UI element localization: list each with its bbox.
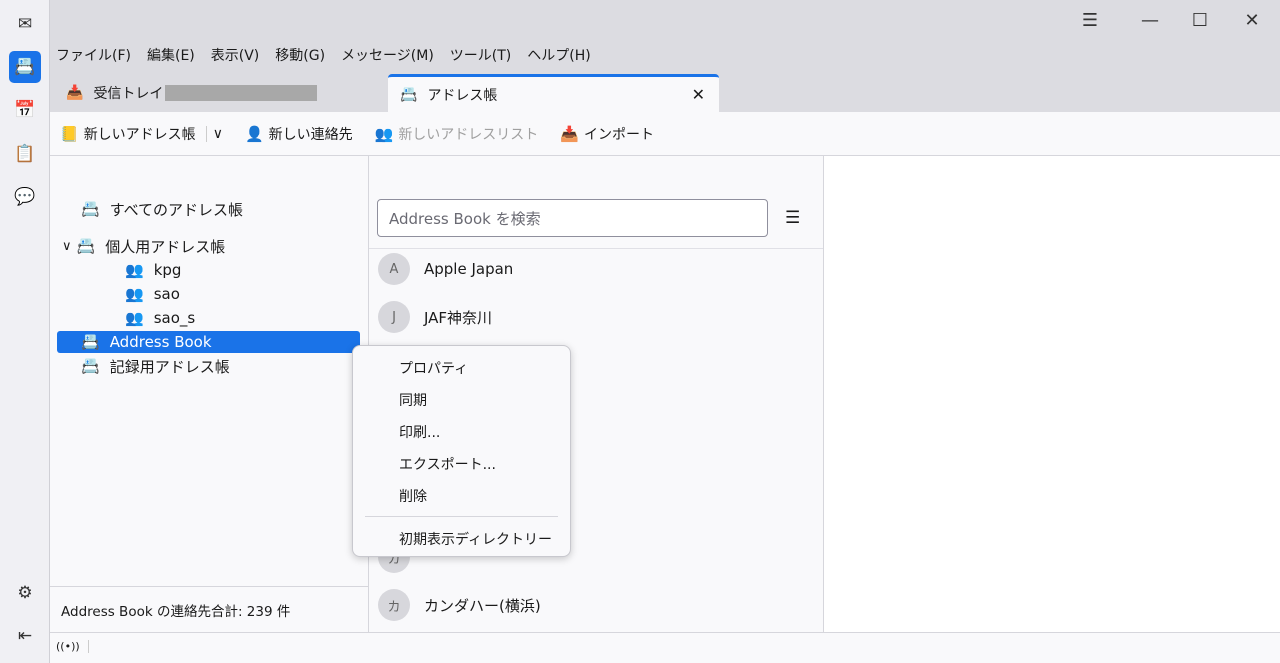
contact-group-icon: 👥 xyxy=(125,309,144,327)
minimize-button[interactable]: — xyxy=(1130,6,1170,34)
status-bar: ((•)) xyxy=(50,632,1280,663)
mail-icon[interactable]: ✉ xyxy=(9,8,41,40)
import-icon: 📥 xyxy=(560,124,579,143)
close-tab-icon[interactable]: ✕ xyxy=(692,85,705,104)
menu-item-export[interactable]: エクスポート... xyxy=(399,454,496,474)
book-all[interactable]: 📇 すべてのアドレス帳 xyxy=(81,198,243,220)
address-book-icon: 📇 xyxy=(400,86,418,103)
menu-item-sync[interactable]: 同期 xyxy=(399,390,427,410)
chevron-down-icon: ∨ xyxy=(212,125,223,142)
import-button[interactable]: 📥 インポート xyxy=(560,124,654,144)
calendar-icon[interactable]: 📅 xyxy=(9,94,41,126)
address-book-toolbar: 📒 新しいアドレス帳 ∨ 👤 新しい連絡先 👥 新しいアドレスリスト 📥 インポート xyxy=(50,112,1280,156)
new-contact-button[interactable]: 👤 新しい連絡先 xyxy=(245,124,353,144)
menu-go[interactable]: 移動(G) xyxy=(275,45,325,65)
menu-file[interactable]: ファイル(F) xyxy=(56,45,131,65)
contact-group-icon: 👥 xyxy=(125,261,144,279)
avatar: J xyxy=(378,301,410,333)
online-status-icon[interactable]: ((•)) xyxy=(56,640,89,653)
contact-group-icon: 👥 xyxy=(125,285,144,303)
tab-bar: 📥 受信トレイ 📇 アドレス帳 ✕ xyxy=(50,70,1280,112)
button-label: 新しいアドレス帳 xyxy=(83,126,196,143)
sort-options-icon[interactable]: ☰ xyxy=(785,208,800,228)
menu-edit[interactable]: 編集(E) xyxy=(147,45,195,65)
collapse-icon[interactable]: ⇤ xyxy=(9,620,41,652)
spaces-toolbar: ✉ 📇 📅 📋 💬 ⚙ ⇤ xyxy=(0,0,50,663)
list-add-icon: 👥 xyxy=(374,124,394,143)
address-book-icon: 📇 xyxy=(81,333,100,351)
tasks-icon[interactable]: 📋 xyxy=(9,138,41,170)
new-address-book-button[interactable]: 📒 新しいアドレス帳 xyxy=(60,124,196,144)
button-label: 新しいアドレスリスト xyxy=(398,126,539,143)
book-sao[interactable]: 👥 sao xyxy=(125,283,180,305)
label: sao_s xyxy=(153,309,196,327)
close-window-button[interactable]: ✕ xyxy=(1232,6,1272,34)
menu-tools[interactable]: ツール(T) xyxy=(450,45,511,65)
menu-bar: ファイル(F) 編集(E) 表示(V) 移動(G) メッセージ(M) ツール(T… xyxy=(50,40,1280,70)
book-sao-s[interactable]: 👥 sao_s xyxy=(125,307,195,329)
list-item[interactable]: カカンダハー(横浜) xyxy=(378,589,541,621)
contact-add-icon: 👤 xyxy=(244,124,264,143)
contact-detail-pane xyxy=(824,156,1280,632)
chat-icon[interactable]: 💬 xyxy=(9,181,41,213)
avatar: カ xyxy=(378,589,410,621)
maximize-button[interactable]: ☐ xyxy=(1180,6,1220,34)
label: kpg xyxy=(153,261,182,279)
title-bar: ☰ — ☐ ✕ xyxy=(50,0,1280,40)
search-input[interactable]: Address Book を検索 xyxy=(377,199,768,237)
context-menu: プロパティ 同期 印刷... エクスポート... 削除 初期表示ディレクトリー xyxy=(352,345,571,557)
address-book-add-icon: 📒 xyxy=(60,124,79,143)
tab-label: アドレス帳 xyxy=(427,87,498,104)
menu-help[interactable]: ヘルプ(H) xyxy=(527,45,590,65)
label: sao xyxy=(153,285,180,303)
tab-inbox[interactable]: 📥 受信トレイ xyxy=(54,74,329,112)
menu-separator xyxy=(365,516,558,517)
menu-item-delete[interactable]: 削除 xyxy=(399,486,427,506)
book-address-book[interactable]: 📇 Address Book xyxy=(57,331,360,353)
label: すべてのアドレス帳 xyxy=(109,200,244,219)
menu-item-print[interactable]: 印刷... xyxy=(399,422,440,442)
menu-message[interactable]: メッセージ(M) xyxy=(341,45,434,65)
book-kpg[interactable]: 👥 kpg xyxy=(125,259,181,281)
contact-name: カンダハー(横浜) xyxy=(424,596,541,615)
redacted-text xyxy=(165,85,318,101)
contact-count: Address Book の連絡先合計: 239 件 xyxy=(50,586,368,632)
contact-name: Apple Japan xyxy=(424,260,514,278)
chevron-down-icon[interactable]: ∨ xyxy=(62,239,72,254)
address-book-pane: 📇 すべてのアドレス帳 ∨ 📇 個人用アドレス帳 👥 kpg 👥 sao 👥 sao_s 📇… xyxy=(50,156,369,632)
tab-address-book[interactable]: 📇 アドレス帳 ✕ xyxy=(388,74,719,112)
avatar: A xyxy=(378,253,410,285)
address-book-icon: 📇 xyxy=(81,357,100,375)
button-label: 新しい連絡先 xyxy=(268,126,353,143)
address-book-icon: 📇 xyxy=(81,200,100,218)
menu-view[interactable]: 表示(V) xyxy=(211,45,260,65)
label: Address Book xyxy=(109,333,212,351)
new-list-button[interactable]: 👥 新しいアドレスリスト xyxy=(375,124,539,144)
tab-label: 受信トレイ xyxy=(93,86,164,102)
contact-name: JAF神奈川 xyxy=(424,308,493,327)
list-item[interactable]: J JAF神奈川 xyxy=(378,301,492,333)
menu-item-default-directory[interactable]: 初期表示ディレクトリー xyxy=(399,529,552,549)
address-book-icon: 📇 xyxy=(76,237,96,255)
book-record[interactable]: 📇 記録用アドレス帳 xyxy=(81,355,230,377)
contact-list: A Apple Japan J JAF神奈川 カ カカンダハー(横浜) xyxy=(369,248,823,621)
inbox-icon: 📥 xyxy=(66,85,84,101)
label: 記録用アドレス帳 xyxy=(109,357,230,376)
menu-item-properties[interactable]: プロパティ xyxy=(399,358,468,378)
label: 個人用アドレス帳 xyxy=(105,237,226,256)
book-personal[interactable]: ∨ 📇 個人用アドレス帳 xyxy=(62,235,225,257)
address-book-icon[interactable]: 📇 xyxy=(9,51,41,83)
list-item[interactable]: A Apple Japan xyxy=(378,253,513,285)
new-book-dropdown[interactable]: ∨ xyxy=(205,125,223,142)
gear-icon[interactable]: ⚙ xyxy=(9,577,41,609)
hamburger-menu-icon[interactable]: ☰ xyxy=(1070,6,1110,34)
button-label: インポート xyxy=(584,126,654,143)
